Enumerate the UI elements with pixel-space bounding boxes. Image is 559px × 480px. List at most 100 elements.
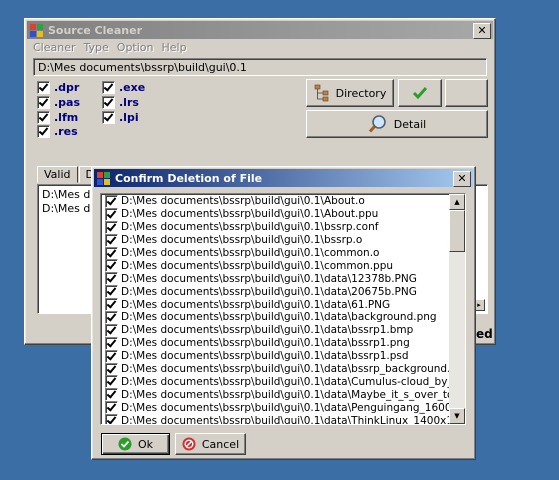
file-row[interactable]: D:\Mes documents\bssrp\build\gui\0.1\com… xyxy=(101,246,449,260)
close-icon[interactable]: ✕ xyxy=(453,171,471,187)
menu-bar: Cleaner Type Option Help xyxy=(29,41,187,57)
file-checkbox[interactable] xyxy=(105,220,118,234)
file-row[interactable]: D:\Mes documents\bssrp\build\gui\0.1\dat… xyxy=(101,323,449,337)
file-row[interactable]: D:\Mes documents\bssrp\build\gui\0.1\dat… xyxy=(101,401,449,415)
menu-help[interactable]: Help xyxy=(162,41,187,57)
ext-checkbox-exe[interactable]: .exe xyxy=(102,81,145,94)
ext-checkbox-lpi[interactable]: .lpi xyxy=(102,111,139,124)
tab-valid[interactable]: Valid xyxy=(37,166,78,183)
ext-label: .lpi xyxy=(119,111,139,124)
file-row[interactable]: D:\Mes documents\bssrp\build\gui\0.1\dat… xyxy=(101,285,449,299)
file-checkbox[interactable] xyxy=(105,246,118,260)
file-checkbox[interactable] xyxy=(105,285,118,299)
file-row[interactable]: D:\Mes documents\bssrp\build\gui\0.1\dat… xyxy=(101,349,449,363)
file-path: D:\Mes documents\bssrp\build\gui\0.1\bss… xyxy=(121,234,363,247)
file-checkbox[interactable] xyxy=(105,298,118,312)
file-path: D:\Mes documents\bssrp\build\gui\0.1\dat… xyxy=(121,388,449,401)
cancel-button[interactable]: Cancel xyxy=(175,433,246,455)
file-row[interactable]: D:\Mes documents\bssrp\build\gui\0.1\Abo… xyxy=(101,194,449,208)
file-row[interactable]: D:\Mes documents\bssrp\build\gui\0.1\dat… xyxy=(101,310,449,324)
checkbox[interactable] xyxy=(102,111,115,124)
cancel-label: Cancel xyxy=(201,437,240,451)
file-path: D:\Mes documents\bssrp\build\gui\0.1\bss… xyxy=(121,221,379,234)
file-checkbox[interactable] xyxy=(105,401,118,415)
file-checkbox[interactable] xyxy=(105,310,118,324)
file-row[interactable]: D:\Mes documents\bssrp\build\gui\0.1\dat… xyxy=(101,362,449,376)
ext-label: .res xyxy=(54,125,78,138)
path-field[interactable]: D:\Mes documents\bssrp\build\gui\0.1 xyxy=(33,58,487,76)
file-checkbox[interactable] xyxy=(105,375,118,389)
file-row[interactable]: D:\Mes documents\bssrp\build\gui\0.1\dat… xyxy=(101,414,449,424)
ext-label: .exe xyxy=(119,81,146,94)
detail-label: Detail xyxy=(393,117,427,131)
file-path: D:\Mes documents\bssrp\build\gui\0.1\dat… xyxy=(121,337,410,350)
ok-check-icon xyxy=(118,437,132,451)
file-list: D:\Mes documents\bssrp\build\gui\0.1\Abo… xyxy=(101,194,449,424)
file-path: D:\Mes documents\bssrp\build\gui\0.1\dat… xyxy=(121,350,409,363)
directory-tree-icon xyxy=(314,84,328,102)
blank-button[interactable] xyxy=(445,79,488,107)
file-path: D:\Mes documents\bssrp\build\gui\0.1\dat… xyxy=(121,401,449,414)
file-checklist[interactable]: D:\Mes documents\bssrp\build\gui\0.1\Abo… xyxy=(100,193,466,425)
ok-button[interactable]: Ok xyxy=(101,433,170,455)
vertical-scrollbar[interactable]: ▲ ▼ xyxy=(449,194,465,424)
ext-checkbox-pas[interactable]: .pas xyxy=(37,96,80,109)
file-checkbox[interactable] xyxy=(105,194,118,208)
ext-checkbox-dpr[interactable]: .dpr xyxy=(37,81,79,94)
app-icon xyxy=(97,171,111,185)
checkbox[interactable] xyxy=(37,81,50,94)
scroll-thumb[interactable] xyxy=(449,210,465,252)
file-row[interactable]: D:\Mes documents\bssrp\build\gui\0.1\dat… xyxy=(101,388,449,402)
file-row[interactable]: D:\Mes documents\bssrp\build\gui\0.1\dat… xyxy=(101,375,449,389)
validate-button[interactable] xyxy=(398,79,442,107)
file-checkbox[interactable] xyxy=(105,259,118,273)
detail-button[interactable]: Detail xyxy=(306,110,488,138)
ext-checkbox-lrs[interactable]: .lrs xyxy=(102,96,139,109)
scroll-up-icon[interactable]: ▲ xyxy=(449,194,465,210)
main-title: Source Cleaner xyxy=(48,23,142,37)
app-icon xyxy=(30,23,44,37)
file-path: D:\Mes documents\bssrp\build\gui\0.1\dat… xyxy=(121,414,449,424)
file-path: D:\Mes documents\bssrp\build\gui\0.1\dat… xyxy=(121,272,417,285)
ext-checkbox-res[interactable]: .res xyxy=(37,125,78,138)
checkbox[interactable] xyxy=(37,125,50,138)
main-title-bar[interactable]: Source Cleaner ✕ xyxy=(27,21,493,39)
dialog-title-bar[interactable]: Confirm Deletion of File ✕ xyxy=(94,169,473,187)
file-checkbox[interactable] xyxy=(105,349,118,363)
ext-label: .dpr xyxy=(54,81,80,94)
file-row[interactable]: D:\Mes documents\bssrp\build\gui\0.1\dat… xyxy=(101,298,449,312)
close-icon[interactable]: ✕ xyxy=(473,23,491,39)
file-path: D:\Mes documents\bssrp\build\gui\0.1\com… xyxy=(121,259,394,272)
directory-label: Directory xyxy=(335,86,387,100)
ext-checkbox-lfm[interactable]: .lfm xyxy=(37,111,78,124)
scroll-down-icon[interactable]: ▼ xyxy=(449,408,465,424)
file-checkbox[interactable] xyxy=(105,272,118,286)
file-checkbox[interactable] xyxy=(105,233,118,247)
checkbox[interactable] xyxy=(102,81,115,94)
file-checkbox[interactable] xyxy=(105,323,118,337)
checkbox[interactable] xyxy=(37,111,50,124)
file-checkbox[interactable] xyxy=(105,388,118,402)
menu-type[interactable]: Type xyxy=(84,41,109,57)
file-path: D:\Mes documents\bssrp\build\gui\0.1\dat… xyxy=(121,363,449,376)
file-row[interactable]: D:\Mes documents\bssrp\build\gui\0.1\bss… xyxy=(101,220,449,234)
partial-status-label: ed xyxy=(476,327,493,341)
menu-option[interactable]: Option xyxy=(117,41,154,57)
menu-cleaner[interactable]: Cleaner xyxy=(33,41,76,57)
checkbox[interactable] xyxy=(37,96,50,109)
file-checkbox[interactable] xyxy=(105,336,118,350)
file-row[interactable]: D:\Mes documents\bssrp\build\gui\0.1\dat… xyxy=(101,336,449,350)
file-row[interactable]: D:\Mes documents\bssrp\build\gui\0.1\Abo… xyxy=(101,207,449,221)
file-path: D:\Mes documents\bssrp\build\gui\0.1\Abo… xyxy=(121,208,379,221)
file-path: D:\Mes documents\bssrp\build\gui\0.1\dat… xyxy=(121,285,417,298)
checkbox[interactable] xyxy=(102,96,115,109)
file-row[interactable]: D:\Mes documents\bssrp\build\gui\0.1\dat… xyxy=(101,272,449,286)
ext-label: .lfm xyxy=(54,111,79,124)
confirm-deletion-dialog: Confirm Deletion of File ✕ D:\Mes docume… xyxy=(91,166,476,460)
file-row[interactable]: D:\Mes documents\bssrp\build\gui\0.1\com… xyxy=(101,259,449,273)
file-checkbox[interactable] xyxy=(105,414,118,424)
directory-button[interactable]: Directory xyxy=(306,79,394,107)
file-checkbox[interactable] xyxy=(105,362,118,376)
file-checkbox[interactable] xyxy=(105,207,118,221)
file-row[interactable]: D:\Mes documents\bssrp\build\gui\0.1\bss… xyxy=(101,233,449,247)
